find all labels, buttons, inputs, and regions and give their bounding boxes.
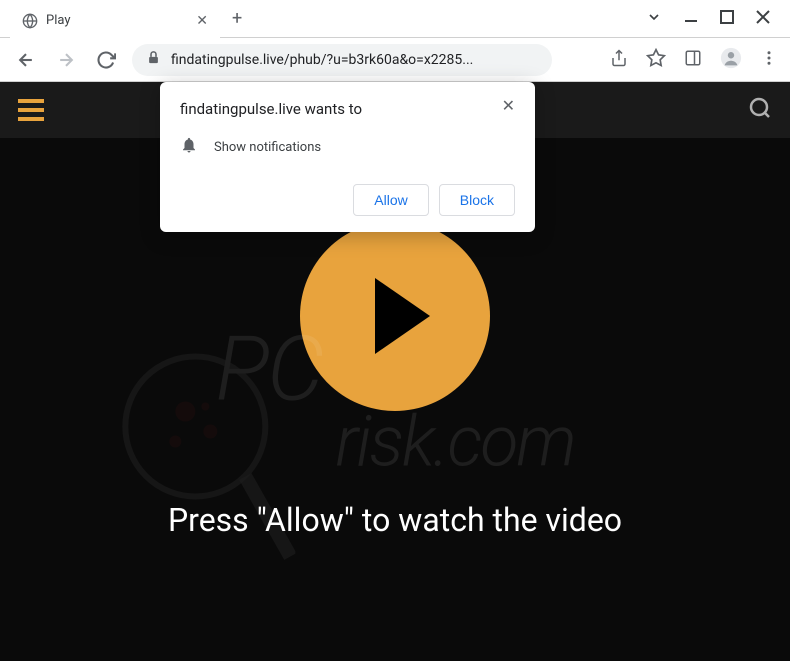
play-button[interactable] [300,221,490,411]
reload-button[interactable] [92,46,120,74]
minimize-icon[interactable] [684,9,698,28]
window-controls [646,9,790,29]
allow-button[interactable]: Allow [353,184,428,216]
address-bar[interactable]: findatingpulse.live/phub/?u=b3rk60a&o=x2… [132,44,552,76]
browser-tab[interactable]: Play ✕ [10,4,220,38]
new-tab-button[interactable]: + [220,8,254,29]
back-button[interactable] [12,46,40,74]
window-titlebar: Play ✕ + [0,0,790,38]
block-button[interactable]: Block [439,184,515,216]
close-tab-icon[interactable]: ✕ [196,13,208,29]
close-icon[interactable]: ✕ [502,96,515,115]
play-icon [375,278,430,354]
popup-title: findatingpulse.live wants to [180,100,362,118]
globe-icon [22,13,38,29]
profile-icon[interactable] [720,47,742,73]
instruction-text: Press "Allow" to watch the video [168,501,622,539]
tab-strip: Play ✕ + [0,0,646,38]
close-window-icon[interactable] [756,9,770,28]
browser-toolbar: findatingpulse.live/phub/?u=b3rk60a&o=x2… [0,38,790,82]
tab-title: Play [46,13,188,28]
lock-icon [146,50,161,69]
toolbar-actions [610,47,778,73]
notification-permission-popup: findatingpulse.live wants to ✕ Show noti… [160,82,535,232]
bell-icon [180,136,198,158]
share-icon[interactable] [610,49,628,71]
menu-icon[interactable] [760,49,778,71]
search-icon[interactable] [748,96,772,124]
forward-button [52,46,80,74]
hamburger-menu-icon[interactable] [18,99,44,121]
star-icon[interactable] [646,48,666,72]
chevron-down-icon[interactable] [646,9,662,29]
maximize-icon[interactable] [720,9,734,28]
popup-message: Show notifications [214,140,321,155]
url-text: findatingpulse.live/phub/?u=b3rk60a&o=x2… [171,52,538,68]
panel-icon[interactable] [684,49,702,71]
watermark-line2: risk.com [335,401,574,483]
